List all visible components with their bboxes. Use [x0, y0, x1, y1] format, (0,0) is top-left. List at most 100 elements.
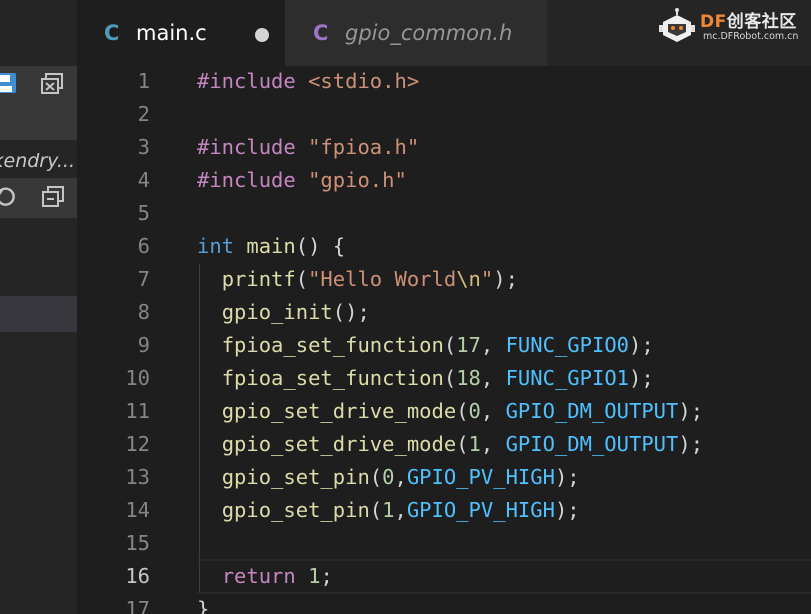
explorer-sidebar: kendry... [0, 0, 77, 614]
code-token: GPIO_DM_OUTPUT [505, 432, 679, 456]
code-token: gpio_set_pin [221, 498, 370, 522]
code-line[interactable]: 15 [77, 527, 811, 560]
save-all-icon[interactable] [0, 71, 20, 95]
collapse-all-icon[interactable] [41, 186, 65, 208]
code-line[interactable]: 8 gpio_init(); [77, 296, 811, 329]
code-token: ); [678, 399, 704, 423]
code-line[interactable]: 12 gpio_set_drive_mode(1, GPIO_DM_OUTPUT… [77, 428, 811, 461]
code-token: ( [456, 399, 469, 423]
code-token: ( [443, 366, 457, 390]
code-token: , [480, 432, 506, 456]
code-line[interactable]: 10 fpioa_set_function(18, FUNC_GPIO1); [77, 362, 811, 395]
tab-main-c[interactable]: C main.c [77, 0, 285, 66]
close-all-icon[interactable] [40, 73, 64, 95]
code-text[interactable]: gpio_set_pin(0,GPIO_PV_HIGH); [197, 461, 580, 494]
code-token: int [197, 234, 235, 258]
code-text[interactable]: #include "fpioa.h" [197, 131, 419, 164]
h-file-icon: C [313, 21, 329, 45]
code-line[interactable]: 7 printf("Hello World\n"); [77, 263, 811, 296]
line-number: 1 [137, 69, 150, 93]
line-number: 13 [125, 465, 150, 489]
code-token: ( [369, 498, 383, 522]
code-token: #include [197, 135, 296, 159]
line-number: 15 [125, 531, 150, 555]
folder-actions-header [0, 178, 77, 218]
code-token: return [221, 564, 296, 588]
logo-brand: DF创客社区 [700, 12, 797, 32]
code-token: , [480, 399, 506, 423]
code-text[interactable]: fpioa_set_function(17, FUNC_GPIO0); [197, 329, 654, 362]
line-number: 12 [125, 432, 150, 456]
line-number: 4 [137, 168, 150, 192]
line-number: 7 [137, 267, 150, 291]
code-text[interactable]: printf("Hello World\n"); [197, 263, 518, 296]
line-number: 11 [125, 399, 150, 423]
code-line[interactable]: 16 return 1; [77, 559, 811, 594]
open-editors-header [0, 66, 77, 140]
code-line[interactable]: 2 [77, 98, 811, 131]
code-line[interactable]: 9 fpioa_set_function(17, FUNC_GPIO0); [77, 329, 811, 362]
code-token: #include [197, 168, 296, 192]
code-text[interactable]: fpioa_set_function(18, FUNC_GPIO1); [197, 362, 654, 395]
code-token: ); [554, 498, 580, 522]
code-token: gpio_set_pin [221, 465, 370, 489]
code-line[interactable]: 17} [77, 593, 811, 614]
code-token: } [197, 597, 210, 614]
code-token: \n [456, 267, 481, 291]
unsaved-dot-icon[interactable] [255, 28, 269, 42]
code-text[interactable]: gpio_set_drive_mode(0, GPIO_DM_OUTPUT); [197, 395, 703, 428]
line-number: 5 [137, 201, 150, 225]
line-number: 9 [137, 333, 150, 357]
workspace-folder-label[interactable]: kendry... [0, 150, 75, 172]
code-token: gpio_set_drive_mode [221, 432, 457, 456]
code-text[interactable]: } [197, 593, 209, 614]
code-editor[interactable]: 1 #include <stdio.h> 2 3 #include "fpioa.h" 4… [77, 66, 811, 614]
code-token: ( [369, 465, 383, 489]
line-number: 2 [137, 102, 150, 126]
code-line[interactable]: 4 #include "gpio.h" [77, 164, 811, 197]
code-token: gpio_init [221, 300, 333, 324]
code-text[interactable]: gpio_set_drive_mode(1, GPIO_DM_OUTPUT); [197, 428, 703, 461]
code-token: FUNC_GPIO0 [505, 333, 629, 357]
code-line[interactable]: 14 gpio_set_pin(1,GPIO_PV_HIGH); [77, 494, 811, 527]
code-line[interactable]: 11 gpio_set_drive_mode(0, GPIO_DM_OUTPUT… [77, 395, 811, 428]
code-text[interactable]: #include "gpio.h" [197, 164, 407, 197]
code-token: " [480, 267, 494, 291]
code-token: ); [629, 366, 654, 390]
code-text[interactable]: gpio_init(); [197, 296, 370, 329]
code-token: 0 [468, 399, 481, 423]
refresh-icon[interactable] [0, 186, 16, 208]
code-text[interactable]: int main() { [197, 230, 345, 263]
code-line[interactable]: 5 [77, 197, 811, 230]
tab-gpio-common-h[interactable]: C gpio_common.h [285, 0, 547, 66]
code-token: <stdio.h> [308, 69, 420, 93]
code-token: ( [295, 267, 309, 291]
selected-file-row[interactable] [0, 296, 77, 332]
code-line[interactable]: 3 #include "fpioa.h" [77, 131, 811, 164]
code-token: ); [493, 267, 518, 291]
code-text[interactable]: gpio_set_pin(1,GPIO_PV_HIGH); [197, 494, 580, 527]
code-token: ( [456, 432, 469, 456]
code-token: GPIO_PV_HIGH [406, 498, 555, 522]
code-token: ; [320, 564, 333, 588]
code-token: ); [554, 465, 580, 489]
code-line[interactable]: 6 int main() { [77, 230, 811, 263]
code-token: ); [678, 432, 704, 456]
code-token: , [394, 498, 407, 522]
df-robot-logo: DF创客社区 mc.DFRobot.com.cn [655, 6, 805, 46]
code-text[interactable]: #include <stdio.h> [197, 66, 419, 98]
code-token: main [246, 234, 296, 258]
code-token: gpio_set_drive_mode [221, 399, 457, 423]
code-line[interactable]: 13 gpio_set_pin(0,GPIO_PV_HIGH); [77, 461, 811, 494]
code-line[interactable]: 1 #include <stdio.h> [77, 66, 811, 98]
code-text[interactable]: return 1; [197, 560, 333, 593]
code-token: FUNC_GPIO1 [505, 366, 629, 390]
